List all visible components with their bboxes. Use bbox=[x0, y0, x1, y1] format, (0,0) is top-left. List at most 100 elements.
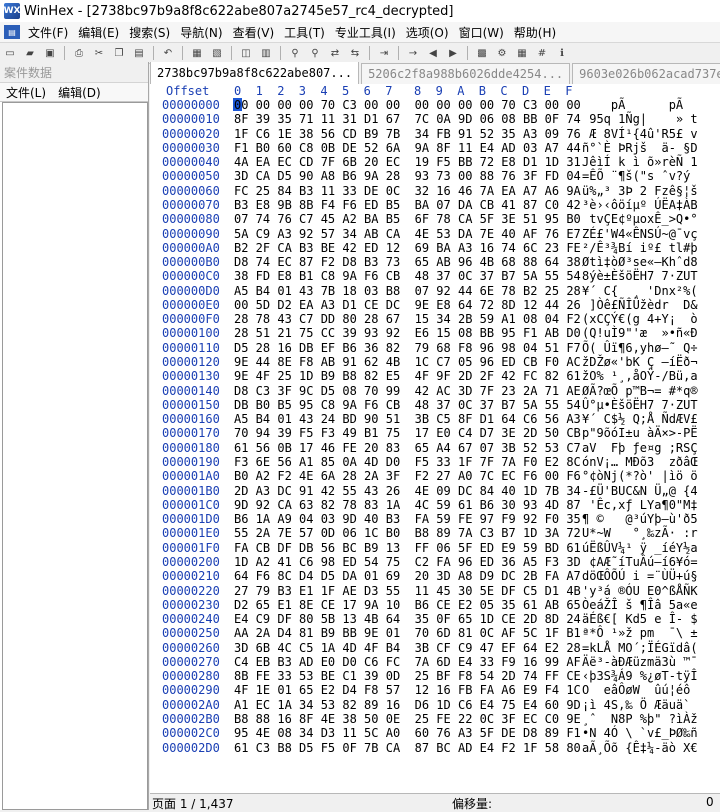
hex-row[interactable]: 00000070 B3 E8 9B 8B F4 F6 ED B5 BA 07 DA… bbox=[150, 198, 720, 212]
info-icon[interactable]: ℹ bbox=[554, 46, 570, 60]
row-text[interactable]: -£Ü'BUC&N Ü„@ {4 bbox=[582, 484, 698, 498]
row-text[interactable]: 'y³á ®ÓU E0^ßÅÑK bbox=[582, 584, 698, 598]
row-text[interactable]: Û°µ•ÈšöËH7 7·ZUT bbox=[582, 398, 698, 412]
menu-item-2[interactable]: 搜索(S) bbox=[124, 24, 175, 41]
hex-row[interactable]: 00000240 E4 C9 DF 80 5B 13 4B 64 35 0F 65… bbox=[150, 612, 720, 626]
hex-row[interactable]: 000000C0 38 FD E8 B1 C8 9A F6 CB 48 37 0C… bbox=[150, 269, 720, 283]
hex-row[interactable]: 000000F0 28 78 43 C7 DD 80 28 67 15 34 2B… bbox=[150, 312, 720, 326]
row-text[interactable]: Øtì‡òØ³se«–Khˆd8 bbox=[582, 255, 698, 269]
row-text[interactable]: p"9õóI±u àÄ×>-PË bbox=[582, 426, 698, 440]
hex-row[interactable]: 000000A0 B2 2F CA B3 BE 42 ED 12 69 BA A3… bbox=[150, 241, 720, 255]
tab-file-2[interactable]: 5206c2f8a988b6026dde4254... bbox=[361, 63, 571, 84]
menu-item-4[interactable]: 查看(V) bbox=[228, 24, 280, 41]
row-hex-bytes[interactable]: 00 5D D2 EA A3 D1 CE DC 9E E8 64 72 8D 1… bbox=[234, 298, 581, 312]
calculator-icon[interactable]: ▦ bbox=[514, 46, 530, 60]
hash-icon[interactable]: # bbox=[534, 46, 550, 60]
hex-row[interactable]: 000001E0 55 2A 7E 57 0D 06 1C B0 B8 89 7A… bbox=[150, 526, 720, 540]
row-text[interactable]: ¢AÆ˜íTuÂú–í6¥ó= bbox=[582, 555, 697, 569]
row-hex-bytes[interactable]: 5A C9 A3 92 57 34 AB CA 4E 53 DA 7E 40 A… bbox=[234, 227, 581, 241]
row-hex-bytes[interactable]: 4A EA EC CD 7F 6B 20 EC 19 F5 BB 72 E8 D… bbox=[234, 155, 581, 169]
hex-row[interactable]: 00000230 D2 65 E1 8E CE 17 9A 10 B6 CE E2… bbox=[150, 598, 720, 612]
hex-row[interactable]: 00000250 AA 2A D4 81 B9 BB 9E 01 70 6D 81… bbox=[150, 626, 720, 640]
row-text[interactable]: ²/Ê³¾Bí iº£ tl#þ bbox=[582, 241, 698, 255]
row-text[interactable]: Æ 8VÍ¹{4û'R5£ v bbox=[582, 127, 697, 141]
hex-row[interactable]: 00000080 07 74 76 C7 45 A2 BA B5 6F 78 CA… bbox=[150, 212, 720, 226]
open-disk-icon[interactable]: ◫ bbox=[238, 46, 254, 60]
row-text[interactable]: ]Òê£ÑÎÜžèdr D& bbox=[582, 298, 697, 312]
row-text[interactable]: ØÃ?œÕ p™B¬= #*q® bbox=[582, 384, 698, 398]
hex-row[interactable]: 00000200 1D A2 41 C6 98 ED 54 75 C2 FA 96… bbox=[150, 555, 720, 569]
row-hex-bytes[interactable]: 2D A3 DC 91 42 55 43 26 4E 09 DC 84 40 1… bbox=[234, 484, 581, 498]
hex-row[interactable]: 00000130 9E 4F 25 1D B9 B8 82 E5 4F 9F 2D… bbox=[150, 369, 720, 383]
row-text[interactable]: 'Êc‚xƒ LYa¶0"M‡ bbox=[582, 498, 697, 512]
hex-row[interactable]: 00000220 27 79 B3 E1 1F AE D3 55 11 45 30… bbox=[150, 584, 720, 598]
hex-row[interactable]: 00000270 C4 EB B3 AD E0 D0 C6 FC 7A 6D E4… bbox=[150, 655, 720, 669]
row-hex-bytes[interactable]: D8 C3 3F 9C D5 08 70 99 42 AC 3D 7F 23 2… bbox=[234, 384, 581, 398]
row-text[interactable]: žO% ¹¸‚åOŸ-/Bü‚a bbox=[582, 369, 698, 383]
tab-file-3[interactable]: 9603e026b062acad737e7f05... bbox=[572, 63, 720, 84]
row-hex-bytes[interactable]: 95 4E 08 34 D3 11 5C A0 60 76 A3 5F DE D… bbox=[234, 726, 581, 740]
row-text[interactable]: äÉß€[ Kd5 e Î- $ bbox=[582, 612, 698, 626]
hex-row[interactable]: 00000040 4A EA EC CD 7F 6B 20 EC 19 F5 BB… bbox=[150, 155, 720, 169]
replace-hex-icon[interactable]: ⇆ bbox=[347, 46, 363, 60]
row-text[interactable]: O eâÔøW ûú¦éô bbox=[582, 683, 698, 697]
case-icon[interactable]: ▩ bbox=[474, 46, 490, 60]
hex-row[interactable]: 00000110 D5 28 16 DB EF B6 36 82 79 68 F8… bbox=[150, 341, 720, 355]
hex-row[interactable]: 00000280 8B FE 33 53 BE C1 39 0D 25 BF F8… bbox=[150, 669, 720, 683]
print-icon[interactable]: ⎙ bbox=[71, 46, 87, 60]
row-text[interactable]: ¡ì 4S‚‰ Ö Æäuä` bbox=[582, 698, 698, 712]
hex-row[interactable]: 00000290 4F 1E 01 65 E2 D4 F8 57 12 16 FB… bbox=[150, 683, 720, 697]
row-text[interactable]: Õ( Ûï¶6‚yhø–˜ Q÷ bbox=[582, 341, 698, 355]
row-text[interactable]: =kLÅ MO´;ÏÉGïdâ( bbox=[582, 641, 698, 655]
hex-row[interactable]: 00000010 8F 39 35 71 11 31 D1 67 7C 0A 9D… bbox=[150, 112, 720, 126]
hex-row[interactable]: 00000000 00 00 00 00 70 C3 00 00 00 00 00… bbox=[150, 98, 720, 112]
row-text[interactable]: döŒÔÕÚ i =¨ÙÜ+ú§ bbox=[582, 569, 698, 583]
hex-row[interactable]: 000000D0 A5 B4 01 43 7B 18 03 B8 07 92 44… bbox=[150, 284, 720, 298]
hex-row[interactable]: 00000030 F1 B0 60 C8 0B DE 52 6A 9A 8F 11… bbox=[150, 141, 720, 155]
row-hex-bytes[interactable]: F3 6E 56 A1 85 0A 4D D0 F5 33 1F 7F 7A F… bbox=[234, 455, 581, 469]
hex-row[interactable]: 00000020 1F C6 1E 38 56 CD B9 7B 34 FB 91… bbox=[150, 127, 720, 141]
hex-row[interactable]: 000002D0 61 C3 B8 D5 F5 0F 7B CA 87 BC AD… bbox=[150, 741, 720, 755]
find-icon[interactable]: ⚲ bbox=[287, 46, 303, 60]
hex-row[interactable]: 00000160 A5 B4 01 43 24 BD 90 51 3B C5 8F… bbox=[150, 412, 720, 426]
cut-icon[interactable]: ✂ bbox=[91, 46, 107, 60]
row-hex-bytes[interactable]: DB B0 B5 95 C8 9A F6 CB 48 37 0C 37 B7 5… bbox=[234, 398, 581, 412]
row-hex-bytes[interactable]: 3D 6B 4C C5 1A 4D 4F B4 3B CF C9 47 EF 6… bbox=[234, 641, 581, 655]
goto-icon[interactable]: → bbox=[405, 46, 421, 60]
row-hex-bytes[interactable]: 9E 4F 25 1D B9 B8 82 E5 4F 9F 2D 2F 42 F… bbox=[234, 369, 581, 383]
row-hex-bytes[interactable]: B3 E8 9B 8B F4 F6 ED B5 BA 07 DA CB 41 8… bbox=[234, 198, 581, 212]
row-text[interactable]: žDŽø«'bK Ç –íËð¬ bbox=[582, 355, 698, 369]
row-hex-bytes[interactable]: 1D A2 41 C6 98 ED 54 75 C2 FA 96 ED 36 A… bbox=[234, 555, 581, 569]
menu-item-1[interactable]: 编辑(E) bbox=[73, 24, 124, 41]
menu-item-9[interactable]: 帮助(H) bbox=[509, 24, 561, 41]
menu-item-0[interactable]: 文件(F) bbox=[23, 24, 73, 41]
document-icon[interactable]: ▤ bbox=[4, 25, 20, 39]
row-hex-bytes[interactable]: 8B FE 33 53 BE C1 39 0D 25 BF F8 54 2D 7… bbox=[234, 669, 581, 683]
case-tree[interactable] bbox=[2, 102, 148, 810]
row-hex-bytes[interactable]: E4 C9 DF 80 5B 13 4B 64 35 0F 65 1D CE 2… bbox=[234, 612, 581, 626]
tab-file-1[interactable]: 2738bc97b9a8f8c622abe807... bbox=[150, 62, 360, 84]
row-hex-bytes[interactable]: B0 A2 F2 4E 6A 28 2A 3F F2 27 A0 7C EC F… bbox=[234, 469, 581, 483]
hex-row[interactable]: 00000100 28 51 21 75 CC 39 93 92 E6 15 08… bbox=[150, 326, 720, 340]
row-text[interactable]: aV Fþ ƒe¤g ;RSÇ bbox=[582, 441, 698, 455]
paste-icon[interactable]: ▤ bbox=[131, 46, 147, 60]
row-hex-bytes[interactable]: B2 2F CA B3 BE 42 ED 12 69 BA A3 16 74 6… bbox=[234, 241, 581, 255]
row-text[interactable]: ¶ © @³úYþ—ù'ð5 bbox=[582, 512, 698, 526]
copy-icon[interactable]: ❐ bbox=[111, 46, 127, 60]
hex-row[interactable]: 000002A0 A1 EC 1A 34 53 82 89 16 D6 1D C6… bbox=[150, 698, 720, 712]
hex-row[interactable]: 00000180 61 56 0B 17 46 FE 20 83 65 A4 67… bbox=[150, 441, 720, 455]
hex-row[interactable]: 000001C0 9D 92 CA 63 82 78 83 1A 4C 59 61… bbox=[150, 498, 720, 512]
row-hex-bytes[interactable]: 28 78 43 C7 DD 80 28 67 15 34 2B 59 A1 0… bbox=[234, 312, 581, 326]
row-hex-bytes[interactable]: 64 F6 8C D4 D5 DA 01 69 20 3D A8 D9 DC 2… bbox=[234, 569, 581, 583]
row-text[interactable]: ónV¡… MÐõ3 zðâŒ bbox=[582, 455, 698, 469]
hex-row[interactable]: 00000210 64 F6 8C D4 D5 DA 01 69 20 3D A8… bbox=[150, 569, 720, 583]
row-hex-bytes[interactable]: 70 94 39 F5 F3 49 B1 75 17 E0 C4 D7 3E 2… bbox=[234, 426, 581, 440]
row-hex-bytes[interactable]: 00 00 00 00 70 C3 00 00 00 00 00 00 70 C… bbox=[234, 98, 581, 112]
find-hex-icon[interactable]: ⚲ bbox=[307, 46, 323, 60]
row-text[interactable]: ª*Ô ¹»ž pm ¯\ ± bbox=[582, 626, 698, 640]
row-hex-bytes[interactable]: 55 2A 7E 57 0D 06 1C B0 B8 89 7A C3 B7 1… bbox=[234, 526, 581, 540]
row-hex-bytes[interactable]: 1F C6 1E 38 56 CD B9 7B 34 FB 91 52 35 A… bbox=[234, 127, 581, 141]
row-text[interactable]: °¢òNj(*?ò' |ìö ö bbox=[582, 469, 698, 483]
row-text[interactable]: (xCÇÝ€(g 4+Y¡ ò bbox=[582, 312, 698, 326]
hex-row[interactable]: 00000150 DB B0 B5 95 C8 9A F6 CB 48 37 0C… bbox=[150, 398, 720, 412]
